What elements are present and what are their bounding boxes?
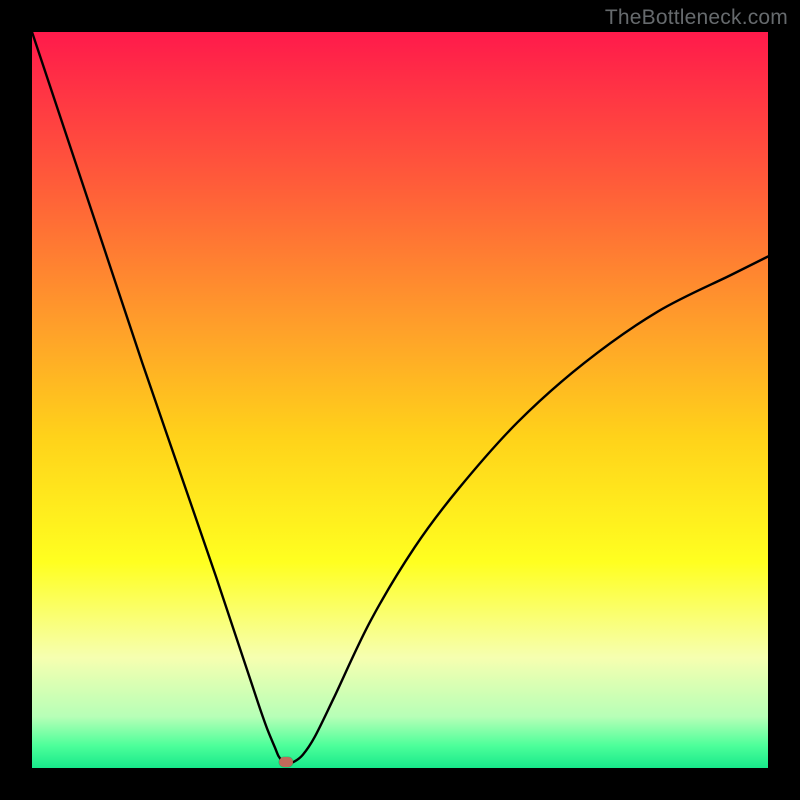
watermark-text: TheBottleneck.com <box>605 6 788 30</box>
plot-area <box>32 32 768 768</box>
background-gradient <box>32 32 768 768</box>
optimal-point-marker <box>279 757 293 767</box>
chart-frame: TheBottleneck.com <box>0 0 800 800</box>
